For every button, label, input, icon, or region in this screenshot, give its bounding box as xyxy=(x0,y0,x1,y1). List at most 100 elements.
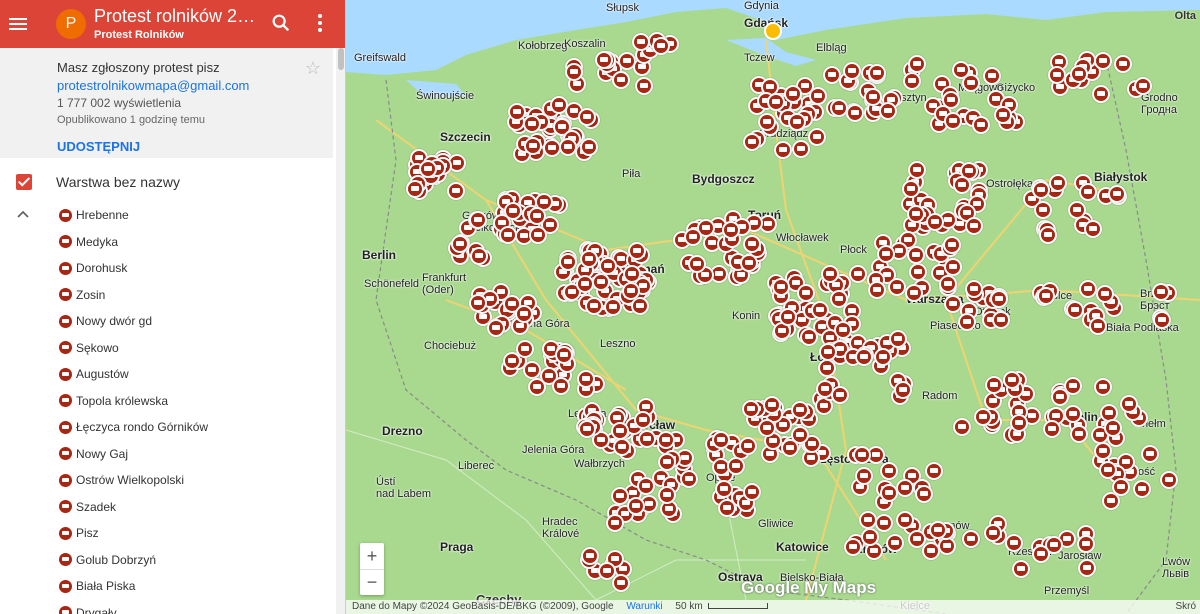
layer-item[interactable]: Golub Dobrzyń xyxy=(0,547,333,574)
layer-item[interactable]: Hrebenne xyxy=(0,202,333,229)
terms-link[interactable]: Warunki xyxy=(626,601,662,612)
tractor-marker-icon[interactable] xyxy=(604,298,622,316)
tractor-marker-icon[interactable] xyxy=(905,284,923,302)
tractor-marker-icon[interactable] xyxy=(808,128,826,146)
tractor-marker-icon[interactable] xyxy=(1094,442,1112,460)
tractor-marker-icon[interactable] xyxy=(879,102,897,120)
tractor-marker-icon[interactable] xyxy=(767,93,785,111)
tractor-marker-icon[interactable] xyxy=(470,247,488,265)
tractor-marker-icon[interactable] xyxy=(929,521,947,539)
tractor-marker-icon[interactable] xyxy=(1089,317,1107,335)
tractor-marker-icon[interactable] xyxy=(1005,534,1023,552)
tractor-marker-icon[interactable] xyxy=(952,61,970,79)
tractor-marker-icon[interactable] xyxy=(1153,311,1171,329)
tractor-marker-icon[interactable] xyxy=(1141,445,1159,463)
tractor-marker-icon[interactable] xyxy=(524,137,542,155)
tractor-marker-icon[interactable] xyxy=(843,62,861,80)
tractor-marker-icon[interactable] xyxy=(772,278,790,296)
tractor-marker-icon[interactable] xyxy=(972,116,990,134)
tractor-marker-icon[interactable] xyxy=(758,113,776,131)
tractor-marker-icon[interactable] xyxy=(712,431,730,449)
tractor-marker-icon[interactable] xyxy=(886,534,904,552)
tractor-marker-icon[interactable] xyxy=(606,514,624,532)
tractor-marker-icon[interactable] xyxy=(635,77,653,95)
tractor-marker-icon[interactable] xyxy=(1077,535,1095,553)
tractor-marker-icon[interactable] xyxy=(559,138,577,156)
layer-item[interactable]: Łęczyca rondo Górników xyxy=(0,414,333,441)
tractor-marker-icon[interactable] xyxy=(727,457,745,475)
tractor-marker-icon[interactable] xyxy=(915,485,933,503)
tractor-marker-icon[interactable] xyxy=(1094,52,1112,70)
tractor-marker-icon[interactable] xyxy=(1070,425,1088,443)
tractor-marker-icon[interactable] xyxy=(585,297,603,315)
tractor-marker-icon[interactable] xyxy=(1108,185,1126,203)
tractor-marker-icon[interactable] xyxy=(1104,419,1122,437)
layer-item[interactable]: Drygały xyxy=(0,600,333,614)
tractor-marker-icon[interactable] xyxy=(791,401,809,419)
tractor-marker-icon[interactable] xyxy=(622,282,640,300)
layer-item[interactable]: Szadek xyxy=(0,494,333,521)
scale-label[interactable]: 50 km xyxy=(675,601,702,612)
tractor-marker-icon[interactable] xyxy=(528,378,546,396)
tractor-marker-icon[interactable] xyxy=(658,486,676,504)
tractor-marker-icon[interactable] xyxy=(844,538,862,556)
tractor-marker-icon[interactable] xyxy=(742,400,760,418)
tractor-marker-icon[interactable] xyxy=(984,524,1002,542)
tractor-marker-icon[interactable] xyxy=(1034,201,1052,219)
tractor-marker-icon[interactable] xyxy=(942,91,960,109)
tractor-marker-icon[interactable] xyxy=(888,278,906,296)
tractor-marker-icon[interactable] xyxy=(818,359,836,377)
tractor-marker-icon[interactable] xyxy=(994,106,1012,124)
tractor-marker-icon[interactable] xyxy=(903,72,921,90)
scrollbar-thumb[interactable] xyxy=(338,48,344,70)
tractor-marker-icon[interactable] xyxy=(983,67,1001,85)
tractor-marker-icon[interactable] xyxy=(834,321,852,339)
tractor-marker-icon[interactable] xyxy=(580,138,598,156)
tractor-marker-icon[interactable] xyxy=(908,530,926,548)
tractor-marker-icon[interactable] xyxy=(953,176,971,194)
tractor-marker-icon[interactable] xyxy=(637,477,655,495)
star-icon[interactable]: ☆ xyxy=(305,58,321,79)
tractor-marker-icon[interactable] xyxy=(831,386,849,404)
layer-item[interactable]: Augustów xyxy=(0,361,333,388)
tractor-marker-icon[interactable] xyxy=(657,431,675,449)
tractor-marker-icon[interactable] xyxy=(763,396,781,414)
tractor-marker-icon[interactable] xyxy=(874,348,892,366)
tractor-marker-icon[interactable] xyxy=(853,446,871,464)
tractor-marker-icon[interactable] xyxy=(792,140,810,158)
tractor-marker-icon[interactable] xyxy=(1099,461,1117,479)
tractor-marker-icon[interactable] xyxy=(508,103,526,121)
tractor-marker-icon[interactable] xyxy=(1049,174,1067,192)
tractor-marker-icon[interactable] xyxy=(1092,85,1110,103)
tractor-marker-icon[interactable] xyxy=(939,275,957,293)
tractor-marker-icon[interactable] xyxy=(859,511,877,529)
tractor-marker-icon[interactable] xyxy=(634,411,652,429)
zoom-out-button[interactable]: − xyxy=(360,569,384,595)
tractor-marker-icon[interactable] xyxy=(598,562,616,580)
tractor-marker-icon[interactable] xyxy=(1037,287,1055,305)
tractor-marker-icon[interactable] xyxy=(880,484,898,502)
search-button[interactable] xyxy=(270,12,292,34)
tractor-marker-icon[interactable] xyxy=(688,255,706,273)
tractor-marker-icon[interactable] xyxy=(985,376,1003,394)
tractor-marker-icon[interactable] xyxy=(612,574,630,592)
tractor-marker-icon[interactable] xyxy=(1010,414,1028,432)
tractor-marker-icon[interactable] xyxy=(638,430,656,448)
tractor-marker-icon[interactable] xyxy=(550,96,568,114)
tractor-marker-icon[interactable] xyxy=(962,530,980,548)
tractor-marker-icon[interactable] xyxy=(868,64,886,82)
tractor-marker-icon[interactable] xyxy=(627,497,645,515)
tractor-marker-icon[interactable] xyxy=(788,113,806,131)
tractor-marker-icon[interactable] xyxy=(1133,480,1151,498)
zoom-in-button[interactable]: + xyxy=(360,543,384,569)
tractor-marker-icon[interactable] xyxy=(1032,545,1050,563)
layer-item[interactable]: Medyka xyxy=(0,229,333,256)
tractor-marker-icon[interactable] xyxy=(907,205,925,223)
tractor-marker-icon[interactable] xyxy=(896,479,914,497)
tractor-marker-icon[interactable] xyxy=(1070,65,1088,83)
tractor-marker-icon[interactable] xyxy=(576,275,594,293)
tractor-marker-icon[interactable] xyxy=(503,352,521,370)
tractor-marker-icon[interactable] xyxy=(469,211,487,229)
tractor-marker-icon[interactable] xyxy=(821,265,839,283)
tractor-marker-icon[interactable] xyxy=(599,257,617,275)
